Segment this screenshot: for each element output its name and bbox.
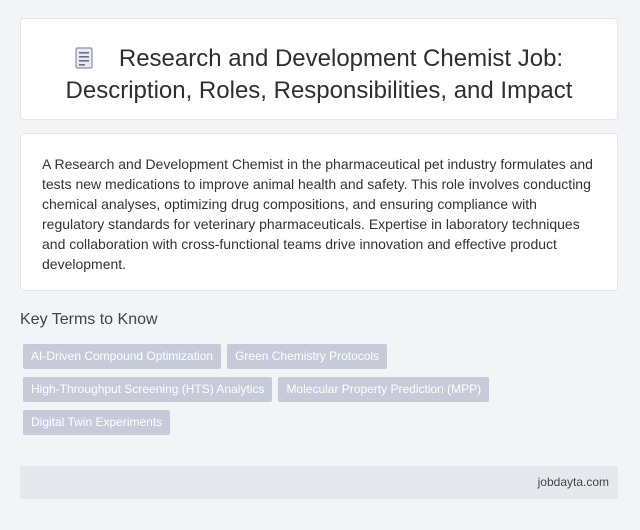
key-terms-heading: Key Terms to Know <box>20 311 158 328</box>
document-icon <box>75 47 93 69</box>
title-line-1: Research and Development Chemist Job: <box>118 45 564 72</box>
description-card: A Research and Development Chemist in th… <box>20 133 618 291</box>
tag-ai-driven-compound-optimization[interactable]: AI-Driven Compound Optimization <box>23 344 222 369</box>
tag-hts-analytics[interactable]: High-Throughput Screening (HTS) Analytic… <box>23 377 273 402</box>
key-terms-list: AI-Driven Compound Optimization Green Ch… <box>23 344 513 435</box>
tag-digital-twin-experiments[interactable]: Digital Twin Experiments <box>23 410 171 435</box>
footer-site-link[interactable]: jobdayta.com <box>538 475 609 489</box>
page-title: Research and Development Chemist Job: De… <box>21 43 617 107</box>
title-line-2: Description, Roles, Responsibilities, an… <box>65 77 573 104</box>
job-description: A Research and Development Chemist in th… <box>42 156 593 272</box>
tag-green-chemistry-protocols[interactable]: Green Chemistry Protocols <box>227 344 388 369</box>
tag-molecular-property-prediction[interactable]: Molecular Property Prediction (MPP) <box>278 377 490 402</box>
title-card: Research and Development Chemist Job: De… <box>20 18 618 120</box>
footer: jobdayta.com <box>20 466 618 499</box>
